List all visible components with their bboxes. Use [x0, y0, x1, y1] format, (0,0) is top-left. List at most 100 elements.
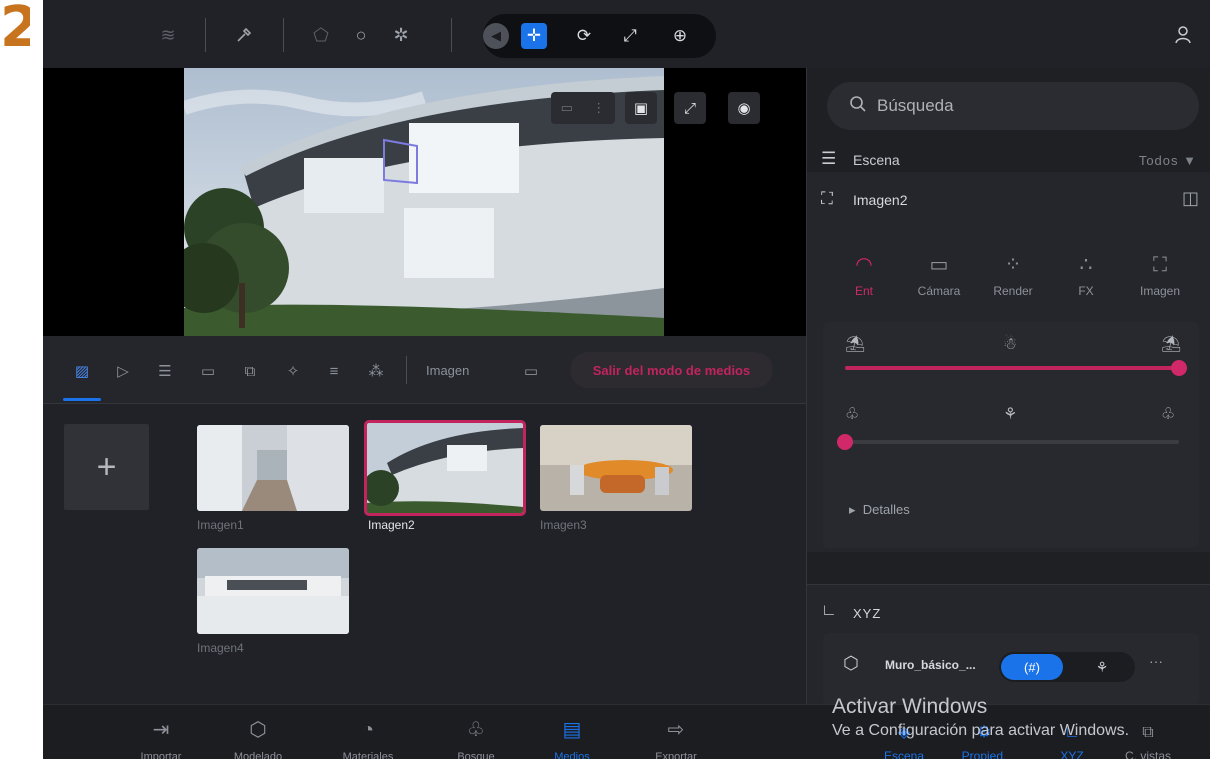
- video-tab-icon[interactable]: ▷: [112, 360, 134, 382]
- hash-mode-icon[interactable]: (#): [1001, 654, 1063, 680]
- camera-icon: ▭: [929, 254, 949, 276]
- nav-modelado[interactable]: ⬡ Modelado: [213, 717, 303, 759]
- transform-tools: ◀ ✛ ⟳ ⤢ ⊕: [483, 14, 716, 58]
- active-tab-indicator: [63, 398, 101, 401]
- sun-study-icon[interactable]: ☰: [154, 360, 176, 382]
- tree-icon: ♧: [467, 719, 485, 741]
- tab-image[interactable]: ⛶ Imagen: [1125, 252, 1195, 298]
- scene-header: ☰ Escena Todos ▼: [807, 146, 1210, 174]
- more-options-icon[interactable]: ···: [1149, 653, 1163, 669]
- environment-settings: ⛱ ☃ ⛱ ♧ ⚘ ♧ ▸ Detalles: [823, 322, 1199, 548]
- nav-materiales[interactable]: ◔ Materiales: [323, 717, 413, 759]
- eyedropper-icon[interactable]: [231, 22, 257, 48]
- thumbnail-label: Imagen4: [197, 641, 244, 655]
- search-input[interactable]: [877, 90, 1177, 122]
- search-box: [827, 82, 1199, 130]
- xyz-mode-toggle: (#) ⚘: [999, 652, 1135, 682]
- scene-label: Escena: [853, 152, 900, 168]
- more-icon[interactable]: ⋮: [592, 100, 605, 116]
- sapling-icon: ⚘: [1003, 406, 1018, 423]
- 3d-viewport[interactable]: ▭ ⋮ ▣ ⤢ ◉: [43, 68, 806, 336]
- material-icon: ◔: [361, 719, 375, 741]
- step-number: 2: [0, 0, 30, 60]
- tab-divider: [406, 356, 407, 384]
- layers-icon[interactable]: ≋: [155, 22, 181, 48]
- globe-icon[interactable]: ⊕: [667, 23, 693, 49]
- nav-bosque[interactable]: ♧ Bosque: [431, 717, 521, 759]
- eye-icon[interactable]: ◉: [728, 92, 760, 124]
- paint-bucket-icon[interactable]: ⬠: [308, 22, 334, 48]
- add-image-button[interactable]: +: [64, 424, 149, 510]
- nav-importar[interactable]: ⇥ Importar: [116, 717, 206, 759]
- tree-icon: ♧: [1161, 406, 1176, 423]
- app-window: ≋ ⬠ ○ ✲ ◀ ✛ ⟳ ⤢ ⊕ ▭ ⋮ ▣ ⤢ ◉ ▨ ▷ ☰ ▭ ⧉ ✧ …: [43, 0, 1210, 759]
- gallery-thumbnail[interactable]: [197, 425, 349, 511]
- axes-icon: ∟: [821, 602, 837, 619]
- clapperboard-icon: ▤: [562, 719, 582, 741]
- slider-handle[interactable]: [837, 434, 853, 450]
- nav-medios[interactable]: ▤ Medios: [527, 717, 617, 759]
- image-icon: ⛶: [1153, 254, 1167, 276]
- move-icon[interactable]: ✛: [521, 23, 547, 49]
- tab-fx[interactable]: ∴ FX: [1051, 252, 1121, 298]
- picture-in-picture-icon[interactable]: ▣: [625, 92, 657, 124]
- plant-mode-icon[interactable]: ⚘: [1071, 654, 1133, 680]
- tree-density-slider[interactable]: [837, 434, 1179, 450]
- panel-toggle-icon[interactable]: ◫: [1182, 188, 1199, 209]
- image-gallery: + Imagen1 Imagen2 Imagen3 Imagen4: [43, 404, 806, 704]
- slider-fill: [845, 366, 1179, 370]
- camera-group: ▭ ⋮: [551, 92, 615, 124]
- pattern-tool-icon[interactable]: ✲: [388, 22, 414, 48]
- toolbar-divider: [451, 18, 452, 52]
- camera-icon[interactable]: ▭: [561, 100, 573, 116]
- import-icon: ⇥: [152, 719, 170, 741]
- sun-noon-icon: ☃: [1003, 336, 1018, 353]
- environment-icon: ◠: [855, 254, 873, 276]
- circle-tool-icon[interactable]: ○: [348, 22, 374, 48]
- list-icon[interactable]: ≡: [323, 360, 345, 382]
- thumbnail-label: Imagen3: [540, 518, 587, 532]
- render-icon: ⁘: [1004, 254, 1022, 276]
- sunset-icon: ⛱: [1161, 336, 1182, 353]
- gallery-thumbnail[interactable]: [540, 425, 692, 511]
- rotate-icon[interactable]: ⟳: [571, 23, 597, 49]
- walker-icon[interactable]: ✧: [282, 360, 304, 382]
- user-settings-icon[interactable]: [1171, 22, 1197, 48]
- nav-exportar[interactable]: ⇨ Exportar: [631, 717, 721, 759]
- fx-icon: ∴: [1079, 254, 1093, 276]
- media-tabs: ▨ ▷ ☰ ▭ ⧉ ✧ ≡ ⁂ Imagen ▭ Salir del modo …: [43, 336, 806, 404]
- frame-icon[interactable]: ▭: [520, 360, 542, 382]
- tree-icon: ♧: [845, 406, 860, 423]
- gallery-thumbnail[interactable]: [197, 548, 349, 634]
- triangle-right-icon: ▸: [849, 502, 863, 517]
- media-mode-label: Imagen: [426, 363, 470, 378]
- stack-icon[interactable]: ⧉: [239, 360, 261, 382]
- tab-environment[interactable]: ◠ Ent: [829, 252, 899, 298]
- cube-icon: ⬡: [249, 719, 267, 741]
- tab-render[interactable]: ⁘ Render: [978, 252, 1048, 298]
- toolbar-divider: [205, 18, 206, 52]
- toolbar-divider: [283, 18, 284, 52]
- xyz-section: ∟ XYZ ⬡ Muro_básico_... (#) ⚘ ···: [807, 584, 1210, 705]
- properties-panel: ☰ Escena Todos ▼ ⛶ Imagen2 ◫ ◠ Ent ▭ Cám…: [806, 68, 1210, 705]
- panorama-icon[interactable]: ▭: [197, 360, 219, 382]
- watermark-subtitle: Ve a Configuración para activar Windows.: [832, 722, 1130, 739]
- export-icon: ⇨: [667, 719, 685, 741]
- image-tab-icon[interactable]: ▨: [71, 360, 93, 382]
- expand-icon[interactable]: ⤢: [674, 92, 706, 124]
- scale-icon[interactable]: ⤢: [617, 23, 643, 49]
- exit-media-mode-button[interactable]: Salir del modo de medios: [570, 352, 773, 388]
- tab-camera[interactable]: ▭ Cámara: [904, 252, 974, 298]
- nodes-icon[interactable]: ⁂: [365, 360, 387, 382]
- details-expander[interactable]: ▸ Detalles: [849, 502, 910, 518]
- scene-filter-dropdown[interactable]: Todos ▼: [1139, 153, 1197, 168]
- back-arrow-icon[interactable]: ◀: [483, 23, 509, 49]
- thumbnail-label: Imagen1: [197, 518, 244, 532]
- object-properties: ⛶ Imagen2 ◫ ◠ Ent ▭ Cámara ⁘ Render ∴ FX…: [807, 172, 1210, 552]
- gallery-thumbnail-selected[interactable]: [364, 420, 526, 516]
- sun-position-slider[interactable]: [845, 360, 1187, 376]
- watermark-title: Activar Windows: [832, 695, 988, 718]
- slider-handle[interactable]: [1171, 360, 1187, 376]
- top-toolbar: ≋ ⬠ ○ ✲ ◀ ✛ ⟳ ⤢ ⊕: [43, 0, 1210, 68]
- menu-icon[interactable]: ☰: [821, 149, 836, 169]
